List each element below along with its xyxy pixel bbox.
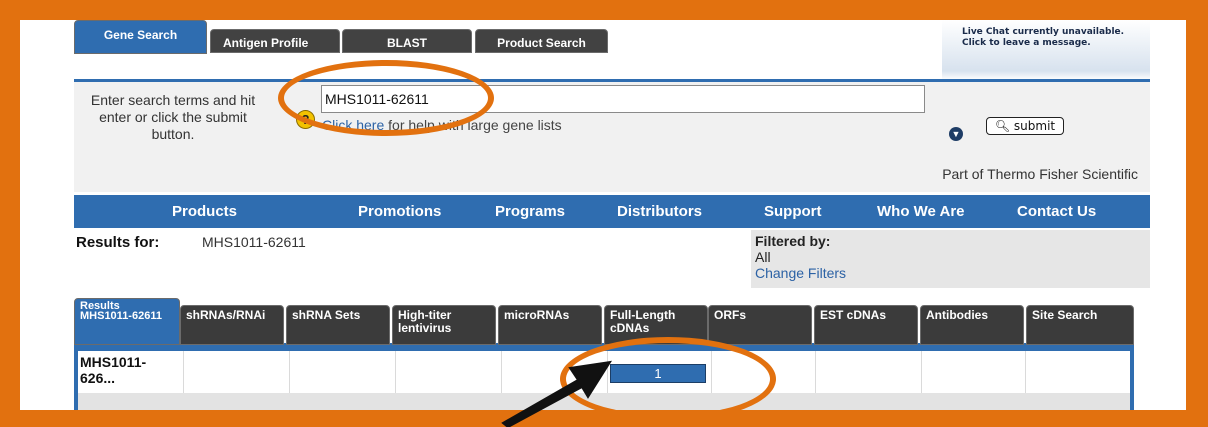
results-for-label: Results for: xyxy=(76,234,160,251)
filter-box: Filtered by: All Change Filters xyxy=(751,230,1150,288)
live-chat-line-1: Live Chat currently unavailable. xyxy=(962,27,1125,37)
change-filters-link[interactable]: Change Filters xyxy=(755,265,846,281)
pointer-arrow-icon xyxy=(501,360,613,427)
tab-blast[interactable]: BLAST xyxy=(342,29,472,53)
nav-programs[interactable]: Programs xyxy=(495,203,565,220)
tab-shrna-sets[interactable]: shRNA Sets xyxy=(286,305,390,345)
tab-product-search[interactable]: Product Search xyxy=(475,29,608,53)
nav-promotions[interactable]: Promotions xyxy=(358,203,441,220)
result-cell xyxy=(816,351,922,393)
search-panel: Enter search terms and hit enter or clic… xyxy=(74,82,1150,192)
tab-orfs[interactable]: ORFs xyxy=(708,305,812,345)
tab-results[interactable]: Results MHS1011-62611 xyxy=(74,298,180,345)
tab-antigen-profile[interactable]: Antigen Profile xyxy=(210,29,340,53)
tab-lentivirus[interactable]: High-titer lentivirus xyxy=(392,305,496,345)
tab-micrornas[interactable]: microRNAs xyxy=(498,305,602,345)
nav-contact-us[interactable]: Contact Us xyxy=(1017,203,1096,220)
nav-support[interactable]: Support xyxy=(764,203,822,220)
nav-products[interactable]: Products xyxy=(172,203,237,220)
filter-title: Filtered by: xyxy=(755,233,831,249)
result-cell xyxy=(184,351,290,393)
tab-est-cdnas[interactable]: EST cDNAs xyxy=(814,305,918,345)
result-cell xyxy=(290,351,396,393)
nav-distributors[interactable]: Distributors xyxy=(617,203,702,220)
tab-gene-search[interactable]: Gene Search xyxy=(74,20,207,54)
result-row-label: MHS1011-626... xyxy=(78,351,184,393)
submit-label: submit xyxy=(1013,119,1056,133)
search-hint: Enter search terms and hit enter or clic… xyxy=(90,92,256,142)
magnifier-icon: 🔍︎ xyxy=(994,119,1011,133)
result-cell xyxy=(396,351,502,393)
tab-antibodies[interactable]: Antibodies xyxy=(920,305,1024,345)
live-chat-line-2: Click to leave a message. xyxy=(962,38,1091,48)
result-cell xyxy=(922,351,1026,393)
nav-who-we-are[interactable]: Who We Are xyxy=(877,203,965,220)
submit-button[interactable]: 🔍︎ submit xyxy=(986,117,1064,135)
tab-shrnas[interactable]: shRNAs/RNAi xyxy=(180,305,284,345)
main-nav: Products Promotions Programs Distributor… xyxy=(74,195,1150,228)
chevron-down-icon[interactable]: ▼ xyxy=(949,127,963,141)
tab-site-search[interactable]: Site Search xyxy=(1026,305,1134,345)
highlight-ring-search xyxy=(278,60,494,136)
filter-value: All xyxy=(755,249,771,265)
live-chat-box[interactable]: Live Chat currently unavailable. Click t… xyxy=(942,20,1150,80)
results-for-value: MHS1011-62611 xyxy=(202,234,306,250)
brand-tagline: Part of Thermo Fisher Scientific xyxy=(942,166,1138,182)
